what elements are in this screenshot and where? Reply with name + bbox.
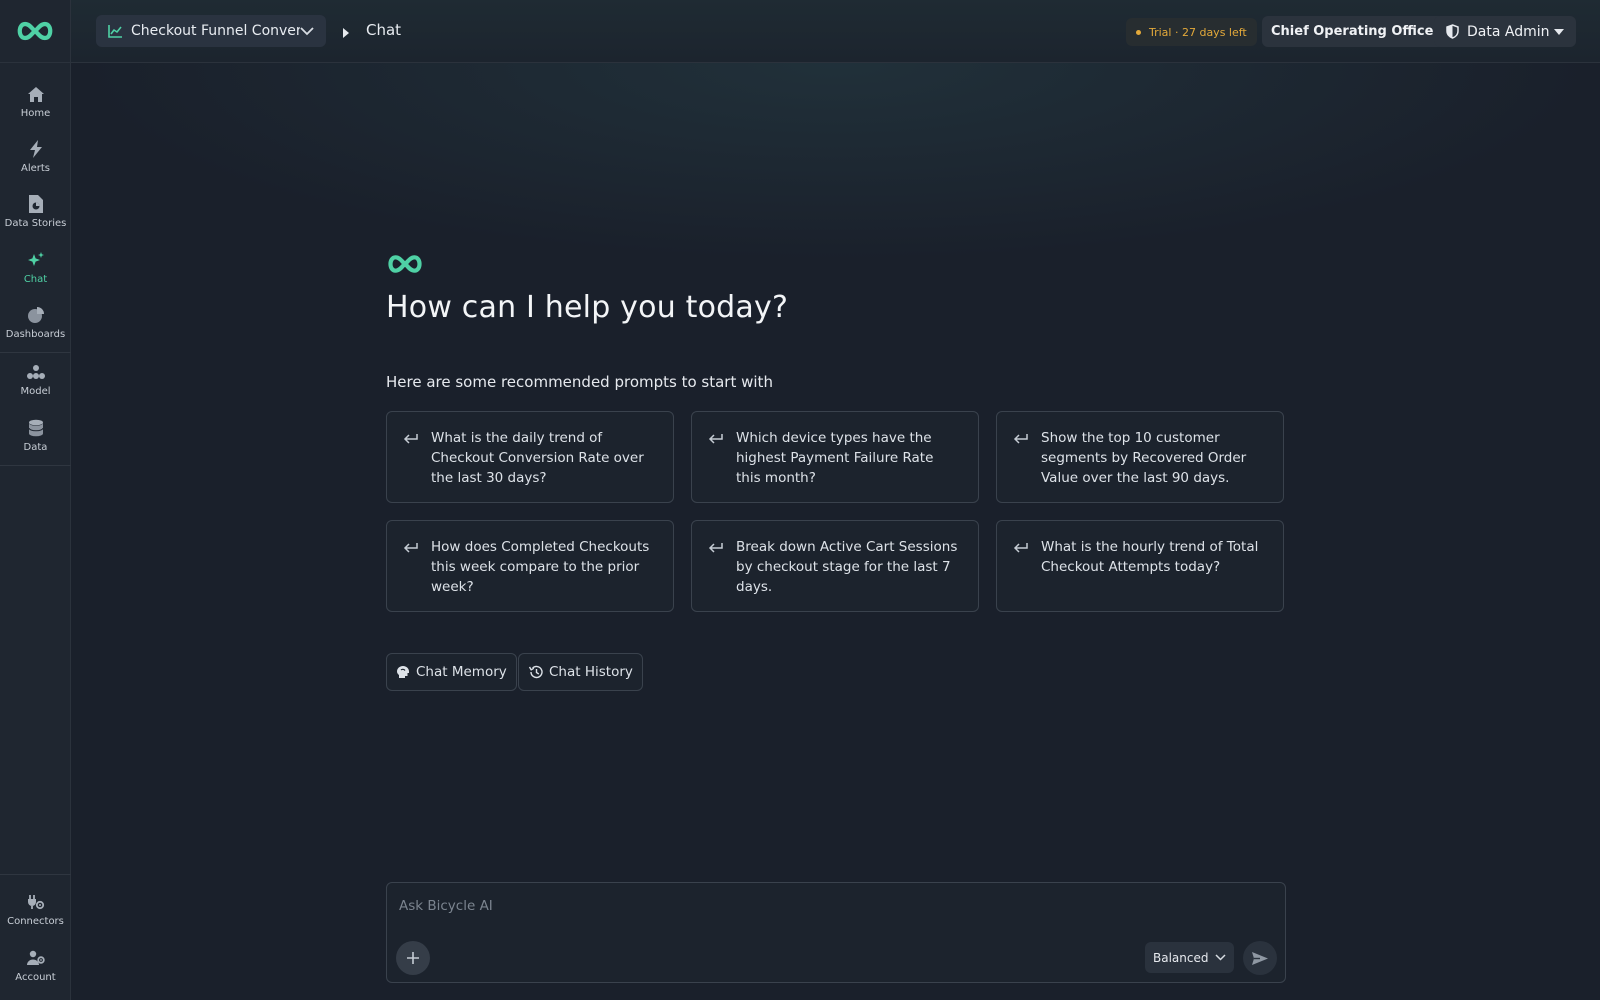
model-graph-icon	[26, 362, 46, 382]
prompt-text: Break down Active Cart Sessions by check…	[736, 539, 958, 595]
mode-selector[interactable]: Balanced	[1145, 942, 1234, 973]
chevron-down-icon	[1215, 954, 1226, 961]
enter-return-icon	[403, 539, 423, 558]
enter-return-icon	[403, 430, 423, 449]
prompt-text: How does Completed Checkouts this week c…	[431, 539, 650, 595]
chat-composer: Balanced	[386, 882, 1286, 983]
role-button[interactable]: Chief Operating Officer	[1262, 16, 1449, 47]
brain-head-icon	[396, 665, 410, 679]
shield-icon	[1446, 24, 1459, 39]
chat-memory-label: Chat Memory	[416, 664, 507, 680]
send-button[interactable]	[1243, 941, 1277, 975]
mode-label: Balanced	[1153, 950, 1209, 965]
enter-return-icon	[1013, 539, 1033, 558]
chevron-down-icon	[300, 26, 314, 36]
enter-return-icon	[708, 430, 728, 449]
chat-input[interactable]	[397, 893, 1261, 919]
pie-chart-icon	[26, 305, 46, 325]
admin-label: Data Admin	[1467, 23, 1550, 40]
prompt-text: What is the daily trend of Checkout Conv…	[431, 430, 644, 486]
prompt-text: What is the hourly trend of Total Checko…	[1041, 539, 1259, 575]
prompt-card[interactable]: What is the daily trend of Checkout Conv…	[386, 411, 674, 503]
breadcrumb-current: Chat	[366, 21, 402, 39]
admin-menu-button[interactable]: Data Admin	[1434, 16, 1576, 47]
bolt-icon	[26, 139, 46, 159]
trial-badge[interactable]: Trial · 27 days left	[1126, 18, 1257, 46]
caret-down-icon	[1554, 28, 1564, 35]
prompt-card[interactable]: Break down Active Cart Sessions by check…	[691, 520, 979, 612]
status-dot-icon	[1136, 29, 1141, 35]
user-gear-icon	[26, 948, 46, 968]
trial-text: Trial · 27 days left	[1149, 25, 1247, 39]
enter-return-icon	[708, 539, 728, 558]
sidebar-divider	[0, 352, 71, 353]
sidebar-item-chat[interactable]: Chat	[0, 250, 71, 285]
sidebar-item-account[interactable]: Account	[0, 948, 71, 983]
sidebar-item-label: Data	[23, 442, 48, 453]
prompt-text: Show the top 10 customer segments by Rec…	[1041, 430, 1247, 486]
role-label: Chief Operating Officer	[1271, 24, 1440, 39]
sidebar-item-label: Model	[20, 386, 51, 397]
chat-history-label: Chat History	[549, 664, 633, 680]
sidebar-item-data-stories[interactable]: Data Stories	[0, 194, 71, 229]
sidebar-item-dashboards[interactable]: Dashboards	[0, 305, 71, 340]
sidebar-item-label: Dashboards	[5, 329, 66, 340]
sparkles-icon	[26, 250, 46, 270]
database-icon	[26, 418, 46, 438]
sidebar-item-label: Alerts	[20, 163, 50, 174]
send-icon	[1251, 951, 1269, 966]
plus-icon	[406, 951, 420, 965]
infinity-logo-icon	[17, 21, 53, 41]
sidebar-item-home[interactable]: Home	[0, 84, 71, 119]
page-title: How can I help you today?	[386, 290, 789, 325]
prompt-card[interactable]: Which device types have the highest Paym…	[691, 411, 979, 503]
prompt-card[interactable]: What is the hourly trend of Total Checko…	[996, 520, 1284, 612]
attach-button[interactable]	[396, 941, 430, 975]
line-chart-icon	[108, 24, 123, 38]
sidebar-item-label: Home	[20, 108, 51, 119]
sidebar-item-model[interactable]: Model	[0, 362, 71, 397]
home-icon	[26, 84, 46, 104]
sidebar: Home Alerts Data Stories Chat Dashboards…	[0, 0, 71, 1000]
prompt-card[interactable]: How does Completed Checkouts this week c…	[386, 520, 674, 612]
header-glow	[71, 63, 1600, 263]
sidebar-item-label: Chat	[23, 274, 48, 285]
sidebar-item-label: Data Stories	[4, 218, 67, 229]
prompt-card[interactable]: Show the top 10 customer segments by Rec…	[996, 411, 1284, 503]
chat-history-button[interactable]: Chat History	[518, 653, 643, 691]
sidebar-item-label: Account	[15, 972, 56, 983]
app-logo[interactable]	[0, 0, 70, 63]
dataset-selector[interactable]: Checkout Funnel Conver...	[96, 15, 326, 47]
sidebar-divider	[0, 465, 71, 466]
sidebar-item-label: Connectors	[7, 916, 64, 927]
document-chart-icon	[26, 194, 46, 214]
dataset-label: Checkout Funnel Conver...	[131, 23, 300, 39]
sidebar-item-data[interactable]: Data	[0, 418, 71, 453]
sidebar-item-connectors[interactable]: Connectors	[0, 892, 71, 927]
history-icon	[528, 665, 543, 679]
breadcrumb-caret-icon	[342, 24, 350, 43]
prompt-text: Which device types have the highest Paym…	[736, 430, 934, 486]
plug-icon	[26, 892, 46, 912]
recommended-heading: Here are some recommended prompts to sta…	[386, 373, 773, 391]
chat-memory-button[interactable]: Chat Memory	[386, 653, 517, 691]
sidebar-item-alerts[interactable]: Alerts	[0, 139, 71, 174]
enter-return-icon	[1013, 430, 1033, 449]
infinity-logo-icon	[385, 253, 425, 279]
sidebar-divider	[0, 874, 71, 875]
